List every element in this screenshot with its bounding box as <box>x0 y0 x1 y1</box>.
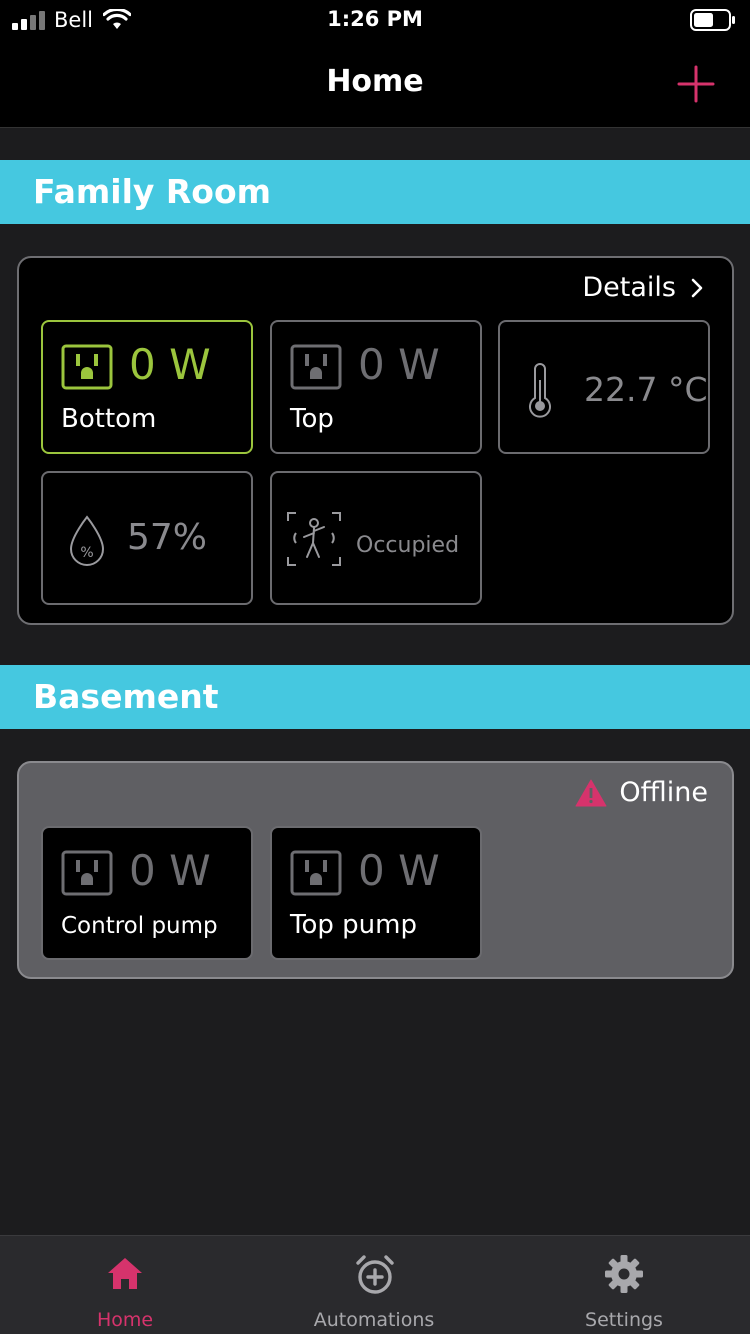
temperature-value: 22.7 °C <box>584 370 708 409</box>
nav-bar: Home <box>0 40 750 128</box>
gear-icon <box>605 1255 643 1293</box>
home-icon <box>108 1258 142 1289</box>
chevron-right-icon <box>691 278 703 297</box>
thermometer-icon <box>529 363 551 418</box>
tab-label: Automations <box>313 1309 435 1331</box>
warning-triangle-icon <box>575 779 607 806</box>
outlet-icon <box>290 344 342 390</box>
outlet-tile-top-pump[interactable]: 0 W Top pump <box>270 826 482 960</box>
status-bar: Bell 1:26 PM <box>0 0 750 40</box>
device-label: Bottom <box>61 404 157 434</box>
power-reading: 0 W <box>129 846 211 895</box>
humidity-tile[interactable]: % 57% <box>41 471 253 605</box>
outlet-icon <box>61 344 113 390</box>
tab-automations[interactable]: Automations <box>249 1236 499 1334</box>
tab-label: Settings <box>585 1309 663 1331</box>
device-label: Top <box>290 404 334 434</box>
power-reading: 0 W <box>358 340 440 389</box>
humidity-drop-icon: % <box>69 515 105 566</box>
motion-tile[interactable]: Occupied <box>270 471 482 605</box>
outlet-tile-bottom[interactable]: 0 W Bottom <box>41 320 253 454</box>
plus-icon[interactable] <box>676 64 716 104</box>
status-label: Offline <box>619 777 708 808</box>
details-label: Details <box>582 272 676 303</box>
tab-settings[interactable]: Settings <box>499 1236 749 1334</box>
temperature-tile[interactable]: 22.7 °C <box>498 320 710 454</box>
motion-sensor-icon <box>287 512 341 566</box>
power-reading: 0 W <box>129 340 211 389</box>
tab-home[interactable]: Home <box>0 1236 250 1334</box>
device-label: Control pump <box>61 913 218 939</box>
room-name: Family Room <box>33 172 272 211</box>
status-time: 1:26 PM <box>327 7 423 31</box>
humidity-value: 57% <box>127 517 208 558</box>
tab-bar: Home Automations Settings <box>0 1235 750 1334</box>
room-card-basement: Offline 0 W Control pump 0 W Top pump <box>17 761 734 979</box>
device-label: Top pump <box>290 910 417 940</box>
outlet-tile-top[interactable]: 0 W Top <box>270 320 482 454</box>
room-card-family-room: Details 0 W Bottom 0 W Top 22.7 °C % 57%… <box>17 256 734 625</box>
svg-text:%: % <box>80 545 93 561</box>
room-name: Basement <box>33 677 219 716</box>
room-header-basement: Basement <box>0 665 750 729</box>
page-title: Home <box>326 64 424 99</box>
power-reading: 0 W <box>358 846 440 895</box>
motion-value: Occupied <box>356 533 460 558</box>
offline-status: Offline <box>575 777 708 808</box>
room-header-family-room: Family Room <box>0 160 750 224</box>
details-link[interactable]: Details <box>582 272 704 303</box>
outlet-icon <box>290 850 342 896</box>
outlet-tile-control-pump[interactable]: 0 W Control pump <box>41 826 253 960</box>
outlet-icon <box>61 850 113 896</box>
alarm-clock-plus-icon <box>356 1255 394 1294</box>
tab-label: Home <box>96 1309 154 1331</box>
battery-icon <box>690 9 735 31</box>
